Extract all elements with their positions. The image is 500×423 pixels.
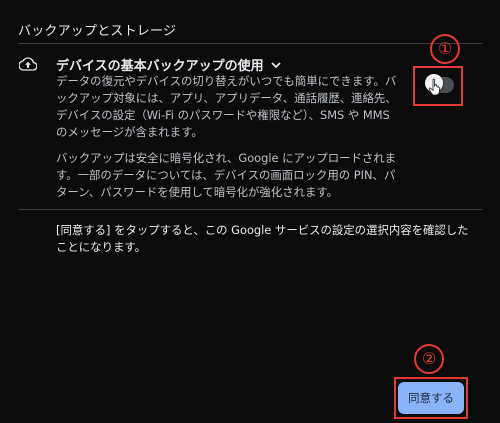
backup-description-2: バックアップは安全に暗号化され、Google にアップロードされます。一部のデー… (56, 151, 397, 199)
hand-cursor-icon (428, 78, 440, 96)
divider-top (18, 43, 482, 44)
consent-text: [同意する] をタップすると、この Google サービスの設定の選択内容を確認… (56, 223, 469, 254)
backup-description-1: データの復元やデバイスの切り替えがいつでも簡単にできます。バックアップ対象には、… (56, 74, 397, 139)
chevron-down-icon[interactable] (270, 59, 282, 71)
section-header: バックアップとストレージ (18, 24, 177, 39)
agree-button[interactable]: 同意する (398, 382, 464, 414)
cloud-upload-icon (19, 57, 37, 71)
backup-settings-screen: バックアップとストレージ デバイスの基本バックアップの使用 データの復元やデバイ… (0, 0, 500, 423)
backup-title: デバイスの基本バックアップの使用 (56, 59, 264, 74)
divider-middle (18, 209, 482, 210)
annotation-step-2: ② (414, 344, 444, 374)
backup-title-row[interactable]: デバイスの基本バックアップの使用 (56, 55, 282, 74)
annotation-step-1: ① (430, 34, 460, 64)
